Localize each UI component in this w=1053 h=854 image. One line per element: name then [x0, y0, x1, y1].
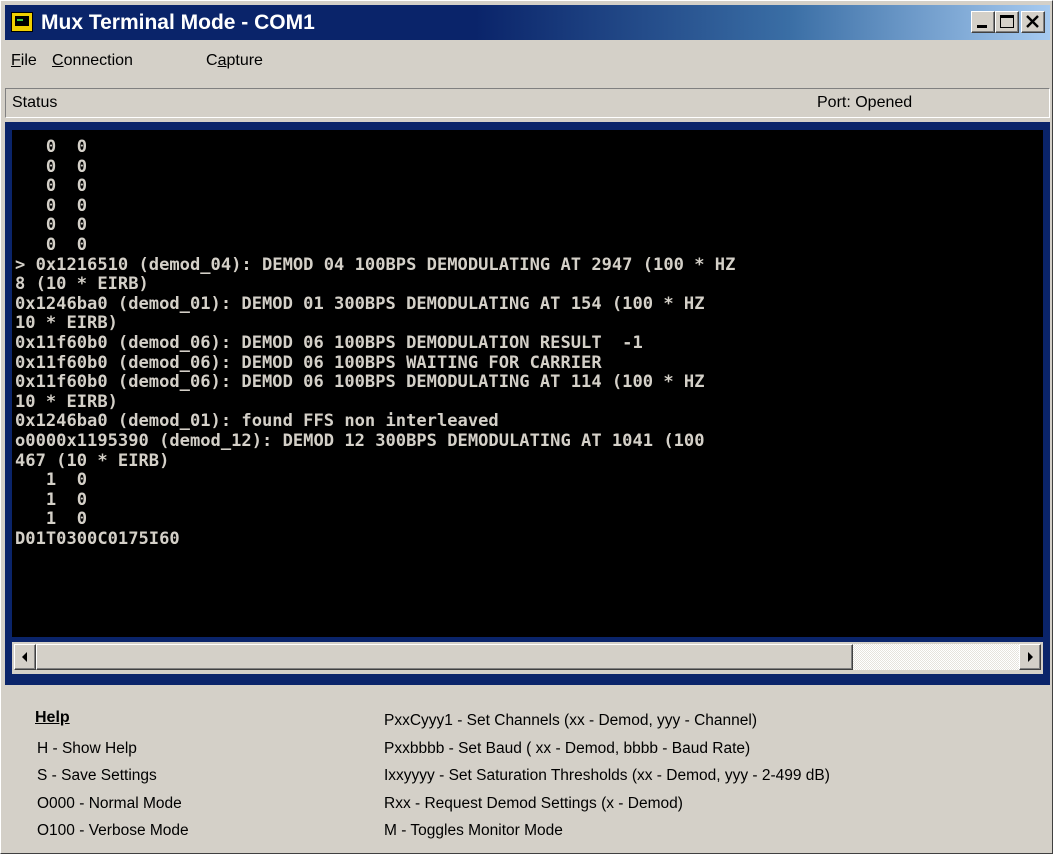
close-icon [1026, 15, 1039, 28]
status-label: Status [12, 94, 58, 111]
terminal-line: 0 0 [15, 215, 88, 236]
menu-capture[interactable]: Capture [206, 51, 263, 71]
help-show-help: H - Show Help [37, 740, 137, 757]
minimize-icon [977, 25, 987, 28]
menu-capture-label: pture [226, 52, 263, 69]
arrow-left-icon [22, 652, 27, 662]
port-status: Port: Opened [817, 94, 913, 111]
help-normal-mode: O000 - Normal Mode [37, 795, 182, 812]
help-title: Help [35, 709, 70, 726]
scrollbar-thumb[interactable] [36, 644, 853, 670]
minimize-button[interactable] [971, 11, 995, 33]
help-set-saturation: Ixxyyyy - Set Saturation Thresholds (xx … [384, 767, 830, 784]
help-verbose-mode: O100 - Verbose Mode [37, 822, 189, 839]
terminal-line: 0x1246ba0 (demod_01): DEMOD 01 300BPS DE… [15, 293, 705, 314]
terminal-line: 1 0 [15, 489, 88, 510]
maximize-icon [1000, 15, 1014, 28]
menu-bar: File Connection Capture [5, 47, 1050, 75]
menu-capture-pre: C [206, 52, 218, 69]
menu-connection-label: onnection [63, 52, 133, 69]
terminal-line: 1 0 [15, 470, 88, 491]
menu-connection[interactable]: Connection [52, 51, 133, 71]
menu-connection-accel: C [52, 52, 64, 69]
terminal-frame: 0 0 0 0 0 0 0 0 0 0 0 0 > 0x1216510 (demo… [5, 122, 1050, 685]
help-set-channels: PxxCyyy1 - Set Channels (xx - Demod, yyy… [384, 712, 757, 729]
menu-file-label: ile [20, 52, 37, 69]
terminal-line: o0000x1195390 (demod_12): DEMOD 12 300BP… [15, 430, 705, 451]
help-monitor-mode: M - Toggles Monitor Mode [384, 822, 563, 839]
horizontal-scrollbar[interactable] [12, 642, 1043, 674]
title-bar[interactable]: Mux Terminal Mode - COM1 [5, 5, 1050, 40]
help-panel: Help H - Show Help S - Save Settings O00… [5, 691, 1050, 851]
terminal-line: 10 * EIRB) [15, 313, 118, 334]
terminal-line: 0 0 [15, 156, 88, 177]
scroll-left-button[interactable] [14, 644, 36, 670]
terminal-output[interactable]: 0 0 0 0 0 0 0 0 0 0 0 0 > 0x1216510 (demo… [12, 130, 1043, 637]
terminal-line: > 0x1216510 (demod_04): DEMOD 04 100BPS … [15, 254, 736, 275]
terminal-line: 0x1246ba0 (demod_01): found FFS non inte… [15, 411, 499, 432]
help-request-demod: Rxx - Request Demod Settings (x - Demod) [384, 795, 683, 812]
terminal-line: 0x11f60b0 (demod_06): DEMOD 06 100BPS DE… [15, 372, 705, 393]
terminal-line: 0 0 [15, 176, 88, 197]
terminal-line: 8 (10 * EIRB) [15, 274, 149, 295]
app-window: Mux Terminal Mode - COM1 File Connection… [0, 0, 1053, 854]
terminal-line: 0 0 [15, 195, 88, 216]
window-title: Mux Terminal Mode - COM1 [41, 11, 315, 34]
menu-file-accel: F [11, 52, 21, 69]
terminal-line: 0x11f60b0 (demod_06): DEMOD 06 100BPS WA… [15, 352, 602, 373]
terminal-text: 0 0 0 0 0 0 0 0 0 0 0 0 > 0x1216510 (demo… [15, 137, 736, 549]
terminal-line: 0 0 [15, 137, 88, 157]
help-save-settings: S - Save Settings [37, 767, 157, 784]
scroll-right-button[interactable] [1019, 644, 1041, 670]
status-bar: Status Port: Opened [5, 88, 1050, 118]
terminal-line: 0x11f60b0 (demod_06): DEMOD 06 100BPS DE… [15, 332, 643, 353]
arrow-right-icon [1028, 652, 1033, 662]
terminal-line: 467 (10 * EIRB) [15, 450, 170, 471]
terminal-line: D01T0300C0175I60 [15, 528, 180, 549]
menu-file[interactable]: File [11, 51, 37, 71]
terminal-line: 10 * EIRB) [15, 391, 118, 412]
maximize-button[interactable] [995, 11, 1019, 33]
help-set-baud: Pxxbbbb - Set Baud ( xx - Demod, bbbb - … [384, 740, 751, 757]
close-button[interactable] [1021, 11, 1045, 33]
terminal-line: 0 0 [15, 234, 88, 255]
terminal-app-icon[interactable] [11, 12, 33, 32]
terminal-line: 1 0 [15, 509, 88, 530]
